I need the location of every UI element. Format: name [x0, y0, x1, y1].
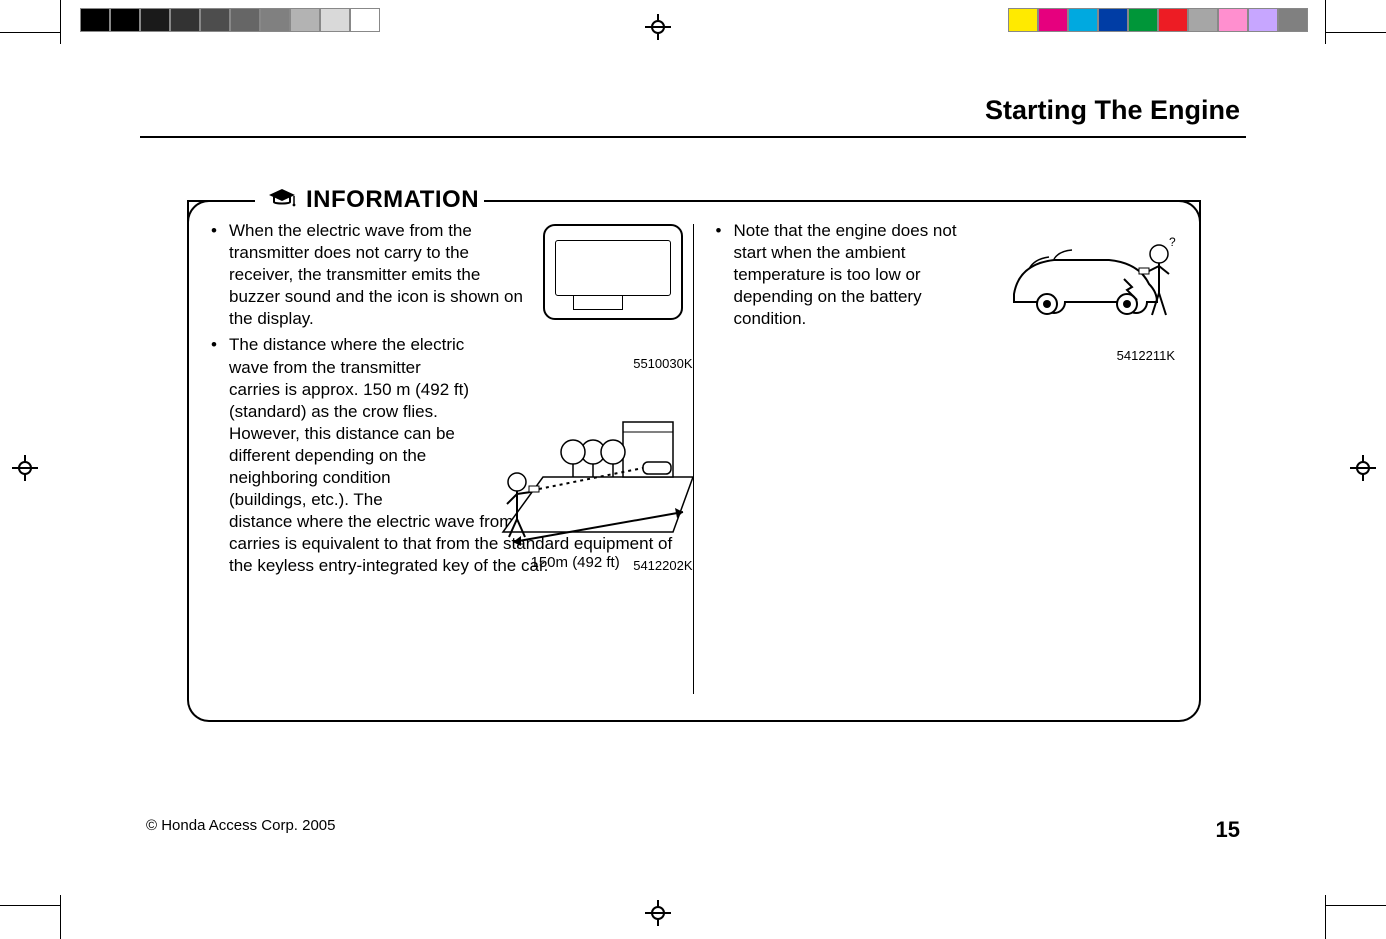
- figure-transmitter-display: 5510030K: [543, 224, 693, 339]
- page-footer: © Honda Access Corp. 2005 15: [140, 817, 1246, 843]
- info-left-column: When the electric wave from the transmit…: [209, 220, 693, 698]
- section-heading-row: INFORMATION: [140, 174, 1246, 202]
- figure-distance-label: 150m (492 ft): [531, 554, 620, 571]
- crop-mark: [1325, 895, 1326, 939]
- page-number: 15: [1216, 817, 1240, 843]
- page-title: Starting The Engine: [140, 95, 1246, 126]
- title-rule: [140, 136, 1246, 138]
- crop-mark: [1326, 32, 1386, 33]
- crop-mark: [1326, 905, 1386, 906]
- registration-mark-right: [1350, 455, 1376, 481]
- figure-code: 5412202K: [633, 558, 692, 573]
- svg-text:?: ?: [1169, 235, 1176, 249]
- figure-code: 5510030K: [633, 356, 692, 371]
- copyright-text: © Honda Access Corp. 2005: [146, 817, 336, 843]
- colorbar-process: [1008, 8, 1308, 32]
- crop-mark: [60, 0, 61, 44]
- crop-mark: [0, 32, 60, 33]
- colorbar-grayscale: [80, 8, 380, 32]
- info-text: Note that the engine does not start when…: [734, 220, 994, 330]
- registration-mark-top: [645, 14, 671, 40]
- registration-mark-left: [12, 455, 38, 481]
- info-text: When the electric wave from the transmit…: [229, 220, 529, 330]
- manual-page: Starting The Engine INFORMATION W: [140, 95, 1246, 843]
- info-right-column: Note that the engine does not start when…: [694, 220, 1180, 698]
- registration-mark-bottom: [645, 900, 671, 926]
- crop-mark: [0, 905, 60, 906]
- crop-mark: [60, 895, 61, 939]
- figure-code: 5412211K: [1117, 348, 1175, 363]
- crop-mark: [1325, 0, 1326, 44]
- info-text: The distance where the electric wave fro…: [229, 334, 469, 511]
- figure-range-illustration: 150m (492 ft) 5412202K: [493, 382, 693, 582]
- figure-cold-engine: ? 5412211K: [1009, 224, 1179, 359]
- information-box: When the electric wave from the transmit…: [187, 202, 1201, 722]
